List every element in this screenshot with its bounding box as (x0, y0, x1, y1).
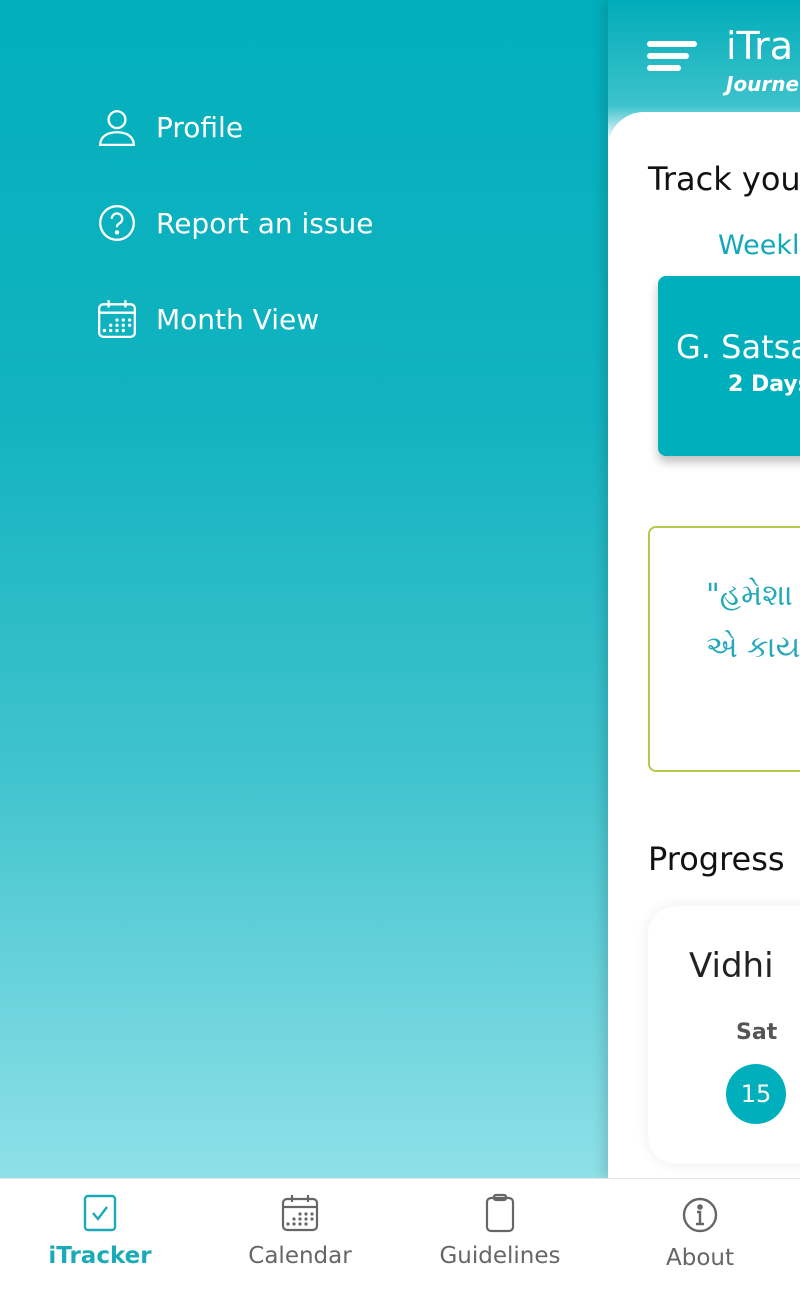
drawer-item-label: Month View (156, 302, 320, 336)
tab-label: Calendar (248, 1243, 352, 1269)
bottom-navigation: iTracker Calendar Guidelines About (0, 1178, 800, 1290)
weekly-label: Weekl (718, 230, 800, 261)
main-screen: iTra Journe Track you Weekl G. Satsa 2 D… (608, 0, 800, 1178)
content-card: Track you Weekl G. Satsa 2 Days "હમેશા એ… (608, 112, 800, 1178)
clipboard-icon (485, 1193, 515, 1233)
drawer-item-label: Profile (156, 110, 244, 144)
tile-name: G. Satsa (676, 328, 800, 366)
tab-about[interactable]: About (600, 1179, 800, 1290)
menu-icon[interactable] (646, 40, 698, 74)
quote-box: "હમેશા એ કાય (648, 526, 800, 772)
question-circle-icon (99, 205, 135, 241)
tab-label: iTracker (48, 1243, 152, 1269)
tracker-tile[interactable]: G. Satsa 2 Days (658, 276, 800, 456)
progress-heading: Progress (648, 840, 785, 878)
tab-guidelines[interactable]: Guidelines (400, 1179, 600, 1290)
calendar-icon (281, 1195, 319, 1232)
day-name: Sat (736, 1020, 778, 1045)
drawer-item-label: Report an issue (156, 206, 374, 240)
drawer-item-report-issue[interactable]: Report an issue (96, 202, 373, 244)
calendar-icon (97, 300, 137, 339)
tab-label: About (665, 1245, 734, 1271)
tab-itracker[interactable]: iTracker (0, 1179, 200, 1290)
quote-line: એ કાય (706, 630, 800, 665)
drawer-item-month-view[interactable]: Month View (96, 298, 319, 340)
user-icon (99, 110, 135, 147)
info-icon (682, 1197, 718, 1233)
tab-label: Guidelines (439, 1243, 561, 1269)
tile-days: 2 Days (728, 372, 800, 397)
tab-calendar[interactable]: Calendar (200, 1179, 400, 1290)
track-heading: Track you (648, 160, 800, 198)
checkbox-icon (83, 1194, 117, 1232)
progress-card: Vidhi Sat 15 (648, 906, 800, 1164)
progress-card-title: Vidhi (689, 946, 774, 986)
app-title: iTra (726, 24, 794, 68)
quote-line: "હમેશા (706, 578, 793, 613)
day-number[interactable]: 15 (726, 1064, 786, 1124)
drawer-item-profile[interactable]: Profile (96, 106, 243, 148)
navigation-drawer: Profile Report an issue Month View (0, 0, 608, 1178)
app-subtitle: Journe (726, 72, 800, 96)
